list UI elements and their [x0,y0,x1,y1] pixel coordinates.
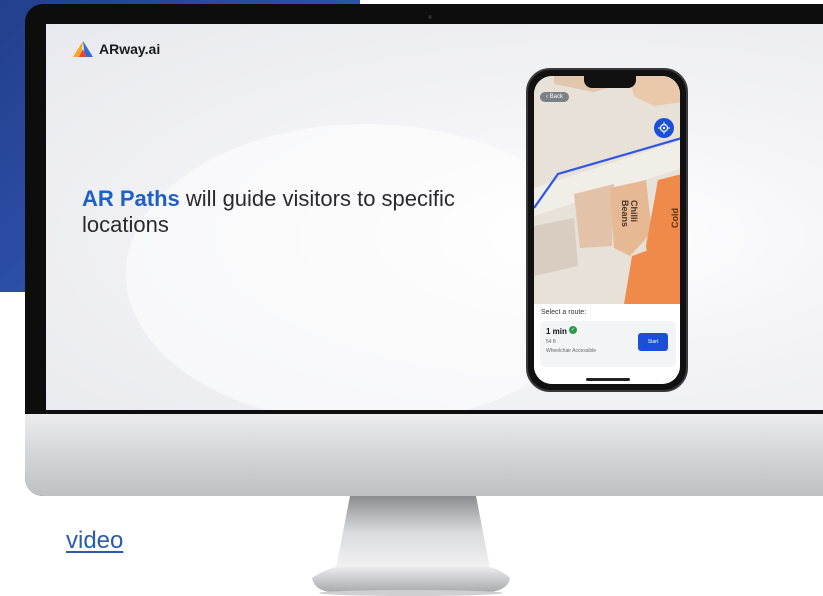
back-button[interactable]: ‹ Back [540,92,570,102]
arway-logo-icon [73,41,93,57]
route-distance: 54 ft [546,339,556,345]
route-sheet-title: Select a route: [541,309,587,316]
route-time: 1 min [546,327,567,336]
phone-screen: ‹ Back Chilli Beans Cold Select a route:… [534,76,680,384]
store-label-chilli-beans: Chilli Beans [620,200,639,228]
monitor-screen: ARway.ai AR Paths will guide visitors to… [46,24,823,410]
monitor-chin [25,414,823,496]
store-label-cold: Cold [670,208,680,228]
locate-button[interactable] [654,118,674,138]
headline-accent: AR Paths [82,186,180,211]
route-sheet: Select a route: 1 min ✓ 54 ft Wheelchair… [534,304,680,384]
route-check-icon: ✓ [569,326,577,334]
brand-logo: ARway.ai [73,41,160,57]
monitor: ARway.ai AR Paths will guide visitors to… [25,4,823,496]
phone-mockup: ‹ Back Chilli Beans Cold Select a route:… [526,68,688,392]
headline: AR Paths will guide visitors to specific… [82,186,462,238]
start-button[interactable]: Start [638,333,668,351]
video-link[interactable]: video [66,527,123,555]
phone-notch [584,76,636,88]
back-label: Back [549,94,564,100]
route-accessibility: Wheelchair Accessible [546,348,597,354]
webcam [428,15,432,19]
brand-name: ARway.ai [99,41,161,57]
home-indicator [586,378,630,381]
store-map [534,76,680,304]
route-option[interactable]: 1 min ✓ 54 ft Wheelchair Accessible Star… [540,321,676,367]
crosshair-icon [658,122,670,134]
